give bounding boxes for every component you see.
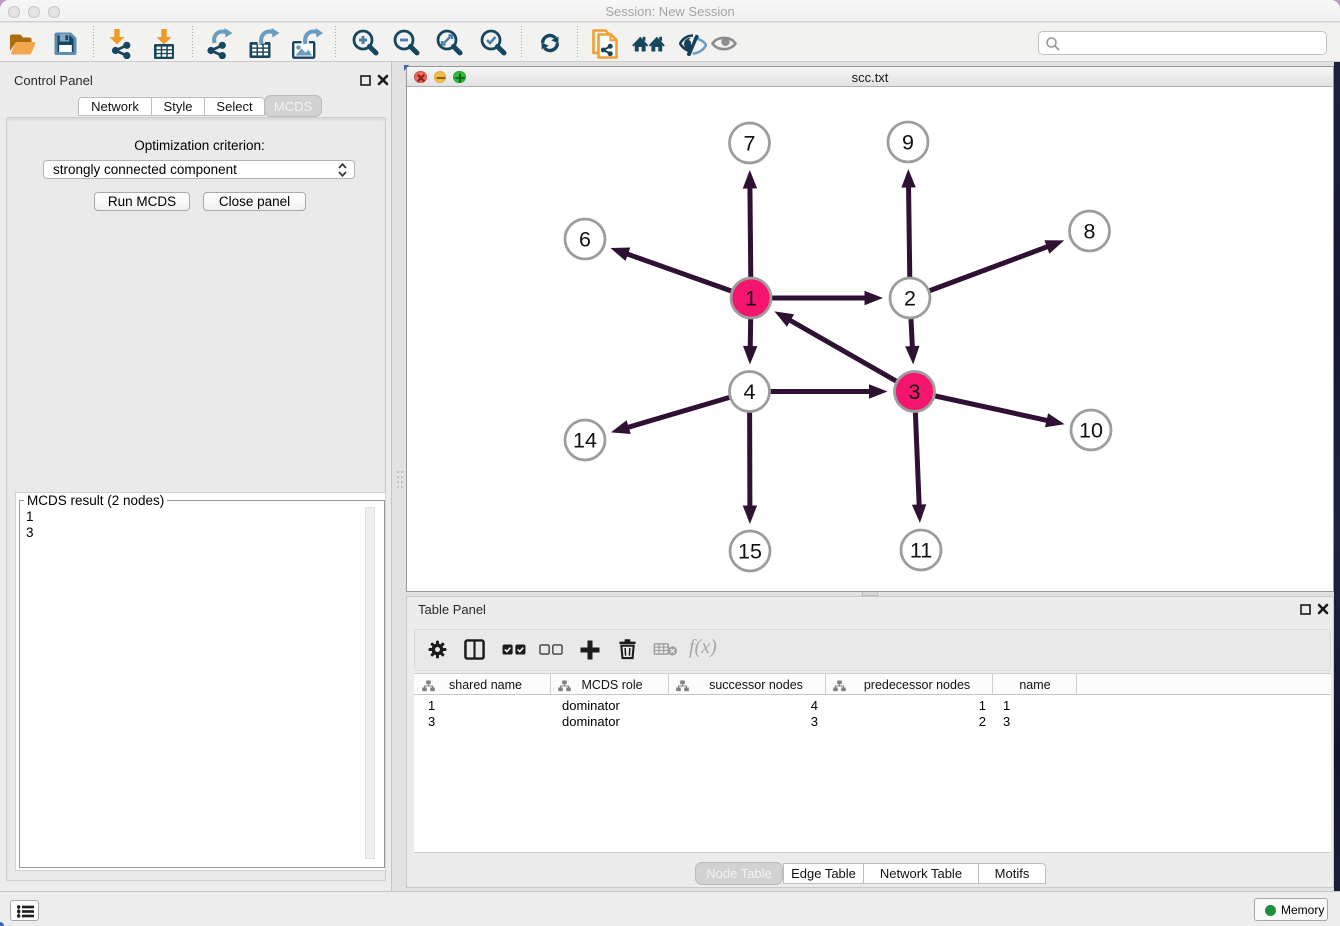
svg-text:10: 10	[1079, 419, 1103, 443]
svg-text:4: 4	[744, 380, 756, 404]
svg-text:14: 14	[573, 429, 597, 453]
svg-text:3: 3	[909, 380, 921, 404]
svg-text:11: 11	[910, 539, 932, 563]
svg-text:7: 7	[744, 132, 756, 156]
svg-text:1: 1	[745, 287, 757, 311]
svg-text:6: 6	[579, 228, 591, 252]
svg-text:8: 8	[1084, 220, 1096, 244]
svg-text:2: 2	[904, 287, 916, 311]
svg-text:15: 15	[738, 540, 762, 564]
svg-text:9: 9	[902, 131, 914, 155]
